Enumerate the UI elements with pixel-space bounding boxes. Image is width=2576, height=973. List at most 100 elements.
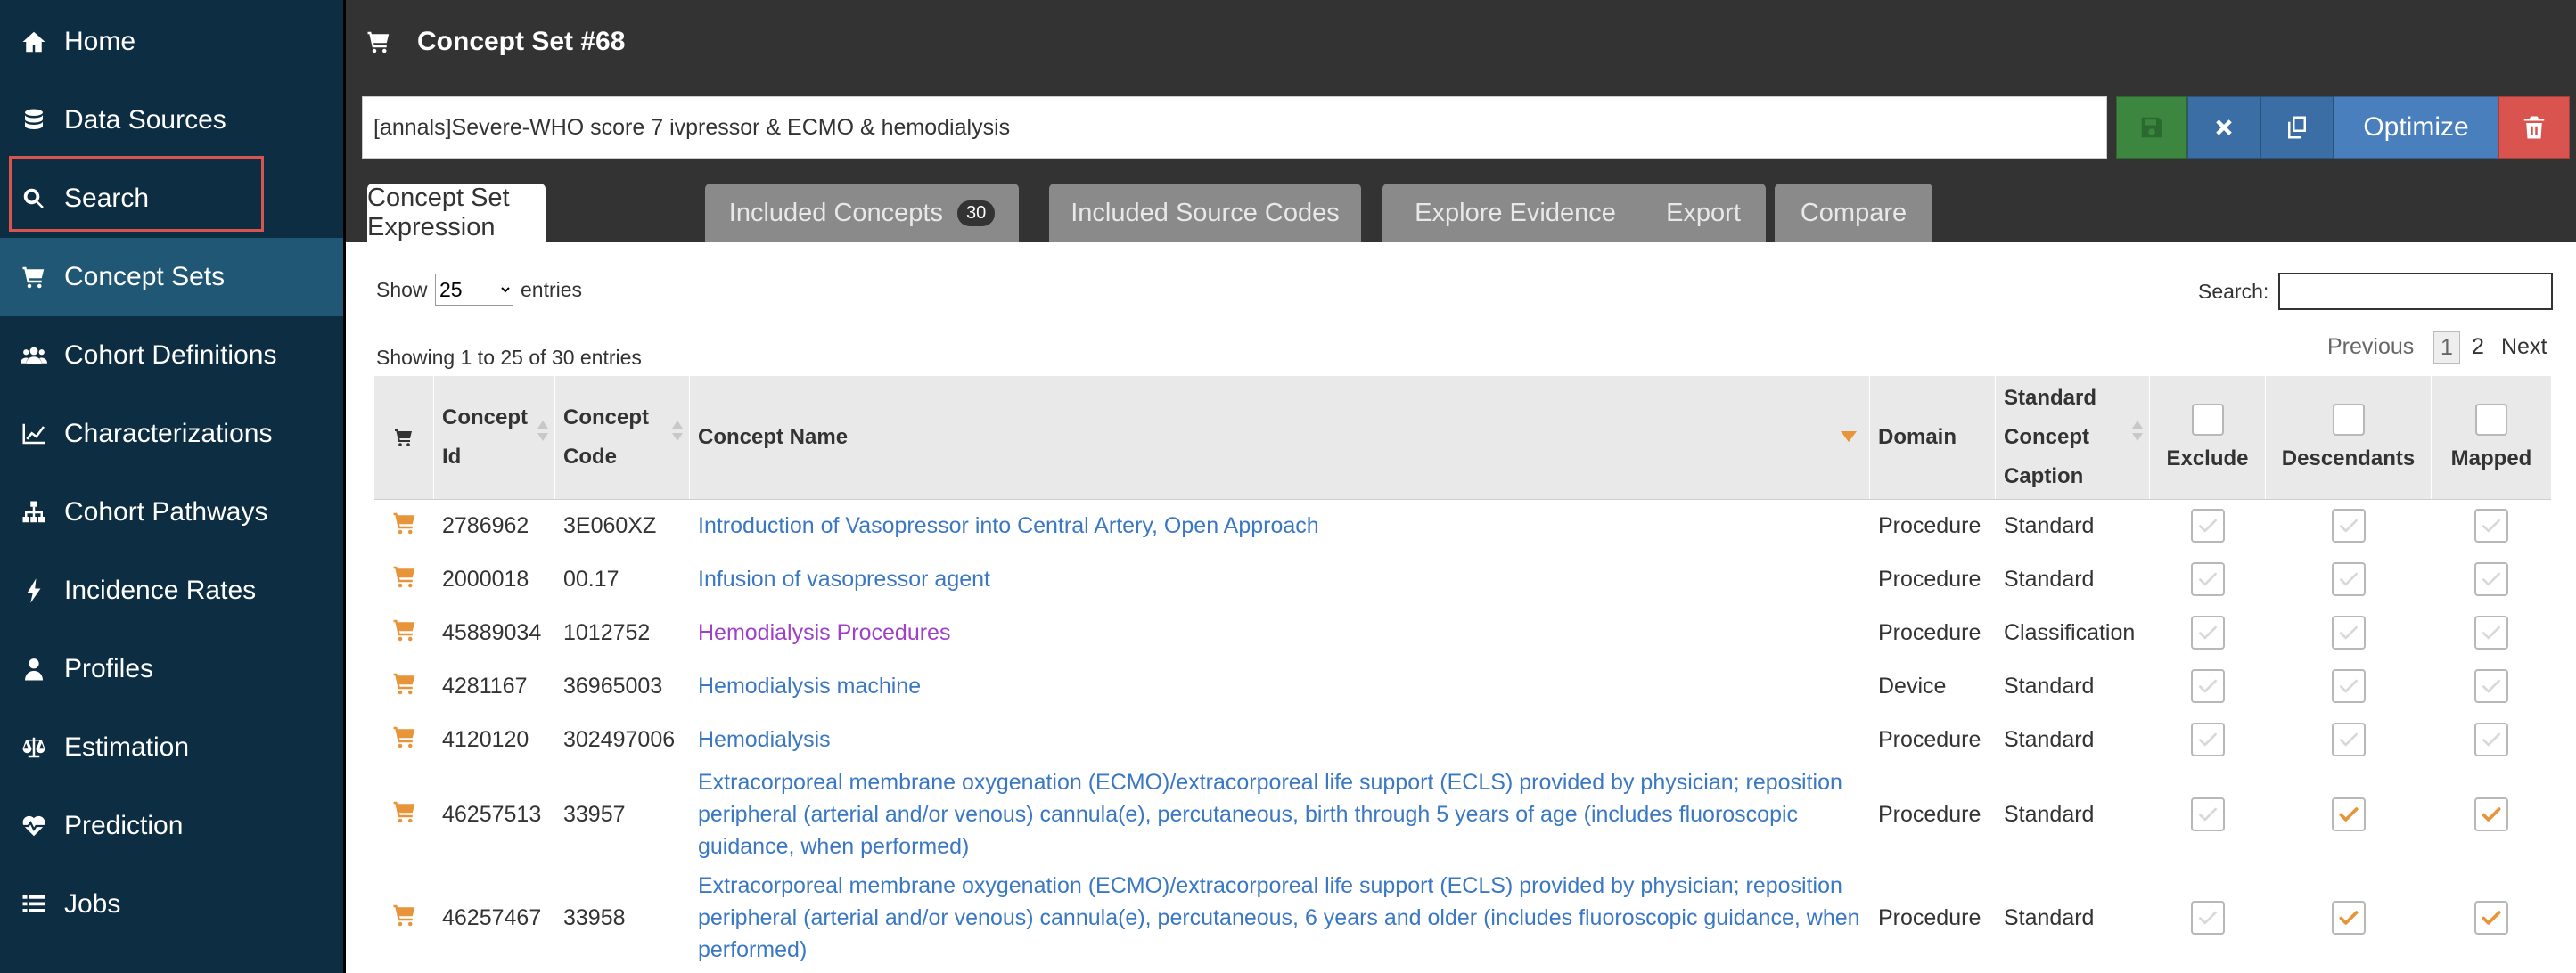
shopping-cart-icon [18, 261, 50, 293]
pagination-page-2[interactable]: 2 [2472, 331, 2484, 362]
exclude-checkbox[interactable] [2191, 723, 2225, 756]
concept-set-name-input[interactable] [362, 96, 2107, 159]
line-chart-icon [18, 418, 50, 450]
descendants-checkbox[interactable] [2332, 797, 2366, 831]
mapped-checkbox[interactable] [2474, 797, 2508, 831]
exclude-checkbox[interactable] [2191, 669, 2225, 703]
exclude-checkbox[interactable] [2191, 901, 2225, 935]
domain-header[interactable]: Domain [1870, 376, 1996, 499]
pagination-page-1[interactable]: 1 [2433, 331, 2460, 364]
exclude-all-checkbox[interactable] [2191, 404, 2224, 436]
concept-name-link[interactable]: Hemodialysis [698, 724, 831, 756]
nav-estimation[interactable]: Estimation [0, 708, 343, 787]
mapped-cell [2432, 766, 2551, 863]
page-title: Concept Set #68 [417, 27, 626, 56]
exclude-checkbox[interactable] [2191, 616, 2225, 650]
header-label: Concept Name [698, 425, 849, 449]
mapped-cell [2432, 713, 2551, 766]
mapped-checkbox[interactable] [2474, 562, 2508, 596]
descendants-checkbox[interactable] [2332, 616, 2366, 650]
exclude-checkbox[interactable] [2191, 562, 2225, 596]
concept-id-cell: 2000018 [442, 566, 529, 592]
save-button[interactable] [2116, 96, 2187, 159]
tab-explore-evidence[interactable]: Explore Evidence [1382, 184, 1648, 242]
concept-name-link[interactable]: Infusion of vasopressor agent [698, 563, 990, 595]
nav-prediction[interactable]: Prediction [0, 787, 343, 865]
standard-concept-cell: Standard [2004, 904, 2095, 930]
concept-name-link[interactable]: Hemodialysis Procedures [698, 617, 950, 649]
search-label: Search: [2198, 280, 2269, 303]
nav-profiles[interactable]: Profiles [0, 630, 343, 708]
tab-included-concepts[interactable]: Included Concepts 30 [705, 184, 1019, 242]
nav-search[interactable]: Search [0, 159, 343, 238]
concept-name-link[interactable]: Extracorporeal membrane oxygenation (ECM… [698, 870, 1866, 966]
close-button[interactable] [2187, 96, 2260, 159]
descendants-header: Descendants [2266, 376, 2432, 499]
tab-included-source-codes[interactable]: Included Source Codes [1049, 184, 1361, 242]
concept-name-cell: Hemodialysis [698, 713, 1866, 766]
delete-button[interactable] [2498, 96, 2570, 159]
mapped-all-checkbox[interactable] [2475, 404, 2507, 436]
optimize-button[interactable]: Optimize [2334, 96, 2498, 159]
shopping-cart-icon[interactable] [391, 510, 418, 543]
concept-id-header[interactable]: Concept Id [434, 376, 555, 499]
mapped-checkbox[interactable] [2474, 723, 2508, 756]
tab-export[interactable]: Export [1641, 184, 1766, 242]
nav-concept-sets[interactable]: Concept Sets [0, 238, 343, 316]
nav-cohort-pathways[interactable]: Cohort Pathways [0, 473, 343, 552]
shopping-cart-icon[interactable] [391, 902, 418, 935]
tab-label: Compare [1800, 198, 1907, 227]
nav-cohort-definitions[interactable]: Cohort Definitions [0, 316, 343, 395]
mapped-checkbox[interactable] [2474, 669, 2508, 703]
descendants-checkbox[interactable] [2332, 723, 2366, 756]
tab-label: Concept Set Expression [367, 184, 510, 241]
mapped-checkbox[interactable] [2474, 616, 2508, 650]
nav-characterizations[interactable]: Characterizations [0, 395, 343, 473]
tab-concept-set-expression[interactable]: Concept Set Expression [367, 184, 546, 242]
descendants-checkbox[interactable] [2332, 901, 2366, 935]
copy-button[interactable] [2260, 96, 2334, 159]
shopping-cart-icon[interactable] [391, 670, 418, 703]
table-row: 2000018 00.17 Infusion of vasopressor agen… [374, 552, 2551, 606]
domain-cell: Procedure [1878, 904, 1981, 930]
exclude-checkbox[interactable] [2191, 509, 2225, 543]
nav-cohort-pathways-label: Cohort Pathways [64, 497, 268, 527]
descendants-cell [2266, 552, 2432, 606]
copy-icon [2288, 116, 2306, 139]
mapped-checkbox[interactable] [2474, 901, 2508, 935]
shopping-cart-icon[interactable] [391, 724, 418, 756]
concept-name-link[interactable]: Introduction of Vasopressor into Central… [698, 510, 1319, 542]
pagination-next[interactable]: Next [2501, 331, 2547, 362]
concept-name-header[interactable]: Concept Name [690, 376, 1870, 499]
shopping-cart-icon[interactable] [391, 563, 418, 596]
user-icon [18, 653, 50, 685]
check-icon [2482, 807, 2501, 822]
standard-concept-caption-header[interactable]: Standard Concept Caption [1996, 376, 2150, 499]
descendants-cell [2266, 499, 2432, 552]
descendants-checkbox[interactable] [2332, 669, 2366, 703]
concept-name-link[interactable]: Extracorporeal membrane oxygenation (ECM… [698, 766, 1866, 863]
tab-compare[interactable]: Compare [1775, 184, 1932, 242]
concept-code-header[interactable]: Concept Code [555, 376, 690, 499]
mapped-cell [2432, 499, 2551, 552]
concept-name-link[interactable]: Hemodialysis machine [698, 670, 921, 702]
mapped-checkbox[interactable] [2474, 509, 2508, 543]
nav-estimation-label: Estimation [64, 732, 190, 762]
nav-incidence-rates[interactable]: Incidence Rates [0, 552, 343, 630]
page-length-select[interactable]: 10 25 50 100 [435, 274, 513, 306]
shopping-cart-icon[interactable] [391, 798, 418, 831]
concept-name-cell: Infusion of vasopressor agent [698, 552, 1866, 606]
pagination-previous[interactable]: Previous [2327, 331, 2414, 362]
exclude-checkbox[interactable] [2191, 797, 2225, 831]
nav-jobs[interactable]: Jobs [0, 865, 343, 944]
tab-label: Export [1666, 198, 1741, 227]
nav-home[interactable]: Home [0, 3, 343, 81]
table-search-input[interactable] [2278, 273, 2553, 310]
descendants-all-checkbox[interactable] [2332, 404, 2365, 436]
concept-set-expression-panel: Show 10 25 50 100 entries Search: Showin… [346, 242, 2576, 973]
shopping-cart-icon[interactable] [391, 617, 418, 650]
descendants-checkbox[interactable] [2332, 562, 2366, 596]
nav-cohort-definitions-label: Cohort Definitions [64, 340, 277, 370]
descendants-checkbox[interactable] [2332, 509, 2366, 543]
nav-data-sources[interactable]: Data Sources [0, 81, 343, 159]
